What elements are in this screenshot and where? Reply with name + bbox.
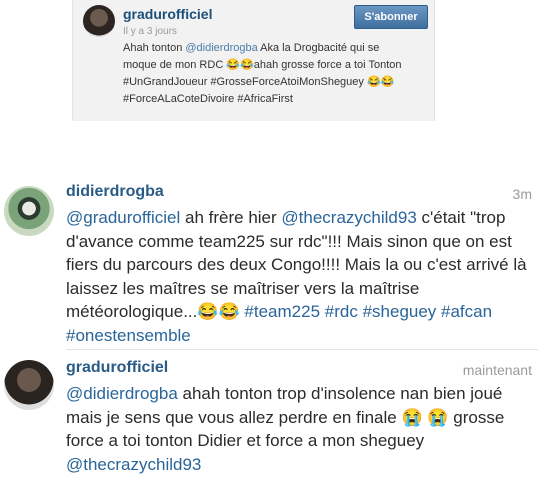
caption-text: Aka la Drogbacité qui se xyxy=(257,42,380,54)
tag-link[interactable]: @didierdrogba xyxy=(66,384,178,403)
post-username[interactable]: gradurofficiel xyxy=(123,6,212,22)
comment-time: maintenant xyxy=(462,362,532,378)
embedded-post-card: gradurofficiel S'abonner Il y a 3 jours … xyxy=(72,0,435,121)
follow-button[interactable]: S'abonner xyxy=(354,5,428,29)
mention-link[interactable]: @didierdrogba xyxy=(185,42,257,54)
comment-text: @gradurofficiel ah frère hier @thecrazyc… xyxy=(66,206,534,347)
caption-line: #UnGrandJoueur #GrosseForceAtoiMonShegue… xyxy=(123,76,395,88)
comment-username[interactable]: didierdrogba xyxy=(66,183,164,201)
avatar[interactable] xyxy=(4,186,54,236)
avatar[interactable] xyxy=(83,5,115,37)
caption-line: #ForceALaCoteDivoire #AfricaFirst xyxy=(123,93,293,105)
post-timestamp: Il y a 3 jours xyxy=(123,26,177,37)
tag-link[interactable]: @gradurofficiel xyxy=(66,208,180,227)
tag-link[interactable]: #team225 xyxy=(244,302,320,321)
comment-text-segment: ah frère hier xyxy=(180,208,282,227)
comment-username[interactable]: gradurofficiel xyxy=(66,359,168,377)
tag-link[interactable]: @thecrazychild93 xyxy=(281,208,416,227)
avatar[interactable] xyxy=(4,360,54,410)
caption-line: moque de mon RDC 😂😂ahah grosse force a t… xyxy=(123,59,402,71)
comment-text: @didierdrogba ahah tonton trop d'insolen… xyxy=(66,382,534,476)
comment-time: 3m xyxy=(512,186,532,202)
caption-text: Ahah tonton xyxy=(123,42,186,54)
tag-link[interactable]: @thecrazychild93 xyxy=(66,455,201,474)
divider xyxy=(66,349,538,350)
post-caption: Ahah tonton @didierdrogba Aka la Drogbac… xyxy=(123,40,423,108)
